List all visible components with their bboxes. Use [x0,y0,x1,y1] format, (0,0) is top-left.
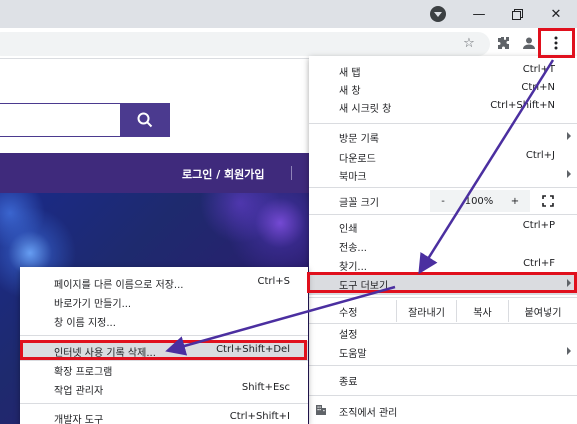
zoom-level: 100% [464,195,494,207]
submenu-arrow-icon [567,170,571,178]
edit-label: 수정 [339,307,358,319]
browser-toolbar: ☆ [0,28,577,59]
paste-button[interactable]: 붙여넣기 [508,300,577,322]
restore-icon[interactable] [498,0,536,28]
minimize-icon[interactable]: — [460,0,498,28]
browser-title-bar: — ✕ [0,0,577,28]
menu-separator [20,335,308,336]
highlight-more-tools [307,272,577,293]
chrome-main-menu: 새 탭 Ctrl+T 새 창 Ctrl+N 새 시크릿 창 Ctrl+Shift+N … [309,56,577,424]
submenu-item-save-page[interactable]: 페이지를 다른 이름으로 저장... Ctrl+S [20,273,308,293]
menu-separator [20,403,308,404]
submenu-item-extensions[interactable]: 확장 프로그램 [20,360,308,380]
extensions-icon[interactable] [493,33,513,53]
profile-icon[interactable] [519,33,539,53]
cut-button[interactable]: 잘라내기 [396,300,456,322]
zoom-label: 글꼴 크기 [339,197,379,209]
highlight-menu-button [538,28,575,58]
building-icon [315,404,327,419]
menu-item-exit[interactable]: 종료 [309,369,577,391]
menu-separator [309,123,577,124]
menu-item-bookmarks[interactable]: 북마크 [309,164,577,186]
zoom-row: 글꼴 크기 - 100% + [309,190,577,212]
menu-item-managed[interactable]: 조직에서 관리 [309,400,577,422]
copy-button[interactable]: 복사 [456,300,508,322]
menu-item-new-incognito[interactable]: 새 시크릿 창 Ctrl+Shift+N [309,96,577,118]
menu-item-help[interactable]: 도움말 [309,341,577,363]
submenu-item-create-shortcut[interactable]: 바로가기 만들기... [20,292,308,312]
search-icon [137,112,153,128]
submenu-arrow-icon [567,347,571,355]
fullscreen-icon[interactable] [537,190,559,212]
site-search-button[interactable] [120,103,170,137]
address-bar[interactable] [0,32,490,56]
menu-separator [309,297,577,298]
menu-separator [309,395,577,396]
submenu-item-name-window[interactable]: 창 이름 지정... [20,311,308,331]
close-window-icon[interactable]: ✕ [537,0,575,28]
login-signup-link[interactable]: 로그인 / 회원가입 [182,166,265,182]
edit-row: 수정 잘라내기 복사 붙여넣기 [309,300,577,322]
zoom-in-button[interactable]: + [502,190,528,212]
tab-search-icon[interactable] [430,6,446,22]
highlight-clear-browsing-data [20,340,307,360]
menu-separator [309,365,577,366]
site-search-input[interactable] [0,103,120,137]
menu-separator [309,187,577,188]
bookmark-star-icon[interactable]: ☆ [459,33,479,53]
zoom-out-button[interactable]: - [430,190,456,212]
menu-item-history[interactable]: 방문 기록 [309,126,577,148]
submenu-item-developer-tools[interactable]: 개발자 도구 Ctrl+Shift+I [20,408,308,424]
submenu-arrow-icon [567,132,571,140]
submenu-item-task-manager[interactable]: 작업 관리자 Shift+Esc [20,379,308,399]
nav-divider [291,166,292,180]
menu-separator [309,214,577,215]
